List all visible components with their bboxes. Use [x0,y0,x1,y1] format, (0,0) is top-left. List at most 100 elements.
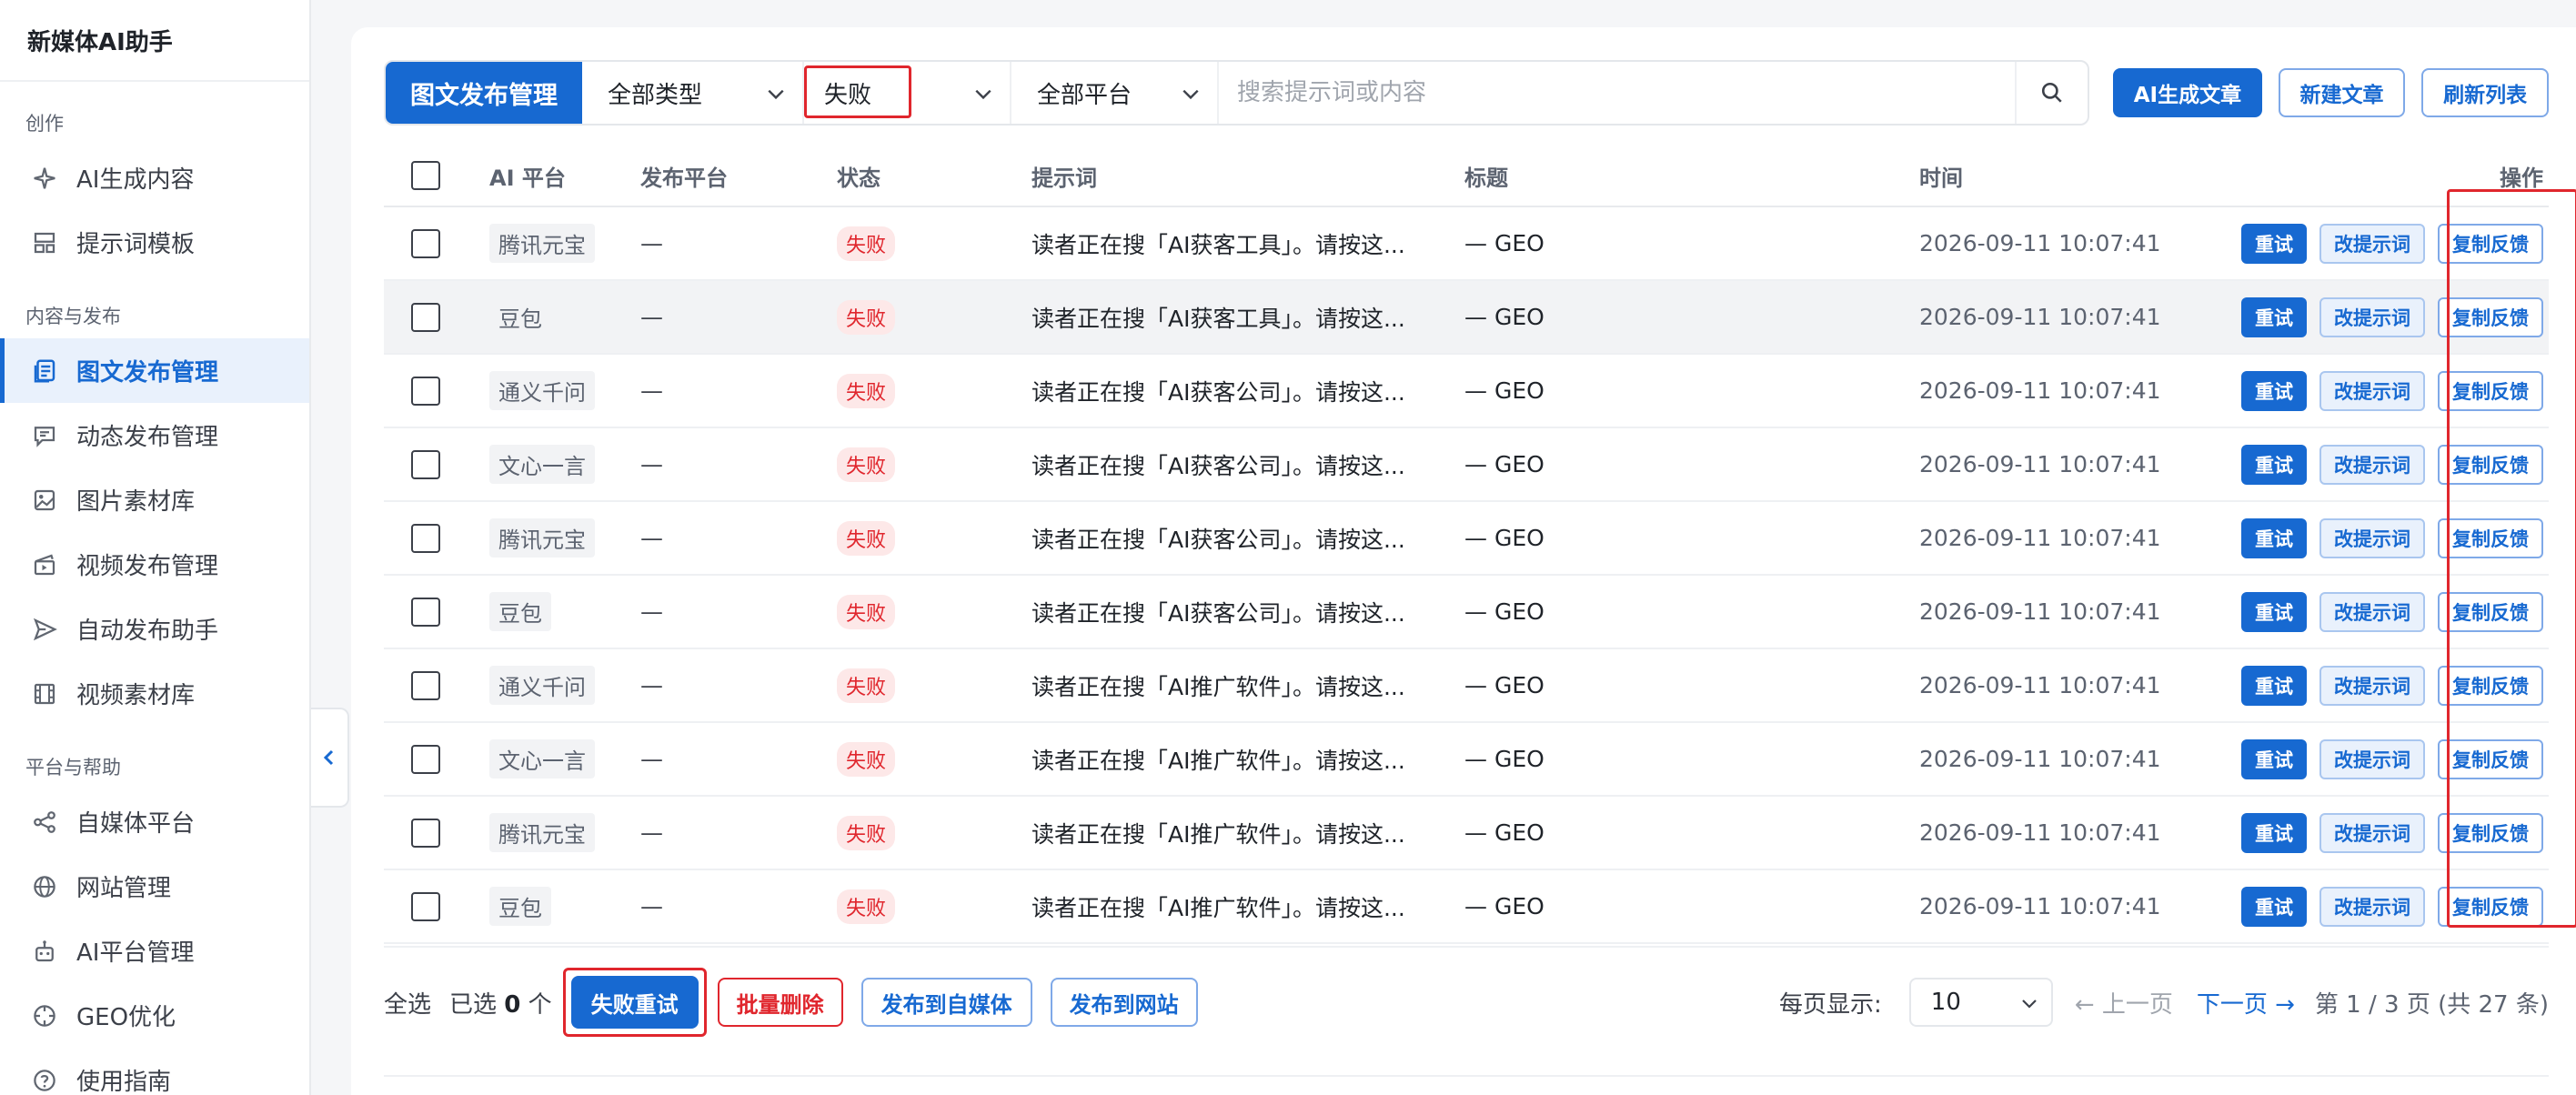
table-row: 文心一言 — 失败 读者正在搜「AI获客公司」。请按这... — GEO 202… [384,428,2549,502]
row-checkbox[interactable] [411,228,440,258]
sidebar-item-article[interactable]: 图文发布管理 [0,338,309,403]
publish-platform: — [640,672,663,698]
timestamp: 2026-09-11 10:07:41 [1919,451,2161,477]
row-checkbox[interactable] [411,818,440,848]
next-page-button[interactable]: 下一页 → [2197,986,2295,1020]
prompt-text: 读者正在搜「AI推广软件」。请按这... [1031,747,1405,774]
timestamp: 2026-09-11 10:07:41 [1919,746,2161,772]
edit-prompt-button[interactable]: 改提示词 [2319,665,2425,706]
edit-prompt-button[interactable]: 改提示词 [2319,591,2425,632]
sidebar-item-sparkle[interactable]: AI生成内容 [0,146,309,210]
prev-page-button[interactable]: ← 上一页 [2075,986,2173,1020]
sidebar-item-video[interactable]: 视频发布管理 [0,532,309,597]
row-checkbox[interactable] [411,670,440,700]
sidebar-item-label: 视频发布管理 [76,553,219,580]
template-icon [31,229,58,256]
select-all-label[interactable]: 全选 [384,986,431,1020]
image-icon [31,487,58,514]
copy-feedback-button[interactable]: 复制反馈 [2438,665,2543,706]
sidebar-item-label: 使用指南 [76,1069,172,1095]
search-button[interactable] [2015,62,2088,124]
row-checkbox[interactable] [411,449,440,479]
ai-generate-button[interactable]: AI生成文章 [2113,68,2262,117]
prompt-text: 读者正在搜「AI获客公司」。请按这... [1031,599,1405,627]
row-checkbox[interactable] [411,302,440,332]
header-prompt: 提示词 [1031,165,1097,191]
retry-button[interactable]: 重试 [2241,886,2307,927]
retry-button[interactable]: 重试 [2241,812,2307,853]
retry-button[interactable]: 重试 [2241,738,2307,779]
table-row: 豆包 — 失败 读者正在搜「AI推广软件」。请按这... — GEO 2026-… [384,870,2549,944]
copy-feedback-button[interactable]: 复制反馈 [2438,296,2543,337]
copy-feedback-button[interactable]: 复制反馈 [2438,517,2543,558]
search-input[interactable] [1219,62,2016,124]
copy-feedback-button[interactable]: 复制反馈 [2438,886,2543,927]
retry-button[interactable]: 重试 [2241,370,2307,411]
row-checkbox[interactable] [411,744,440,774]
article-title: — GEO [1464,893,1545,919]
sidebar-item-image[interactable]: 图片素材库 [0,467,309,532]
sidebar-item-template[interactable]: 提示词模板 [0,210,309,275]
article-title: — GEO [1464,525,1545,551]
retry-button[interactable]: 重试 [2241,444,2307,485]
copy-feedback-button[interactable]: 复制反馈 [2438,444,2543,485]
status-filter-select[interactable]: 失败 [804,62,1011,124]
sidebar-item-robot[interactable]: AI平台管理 [0,919,309,983]
selected-prefix: 已选 [449,990,498,1019]
edit-prompt-button[interactable]: 改提示词 [2319,370,2425,411]
publish-to-media-button[interactable]: 发布到自媒体 [860,978,1032,1027]
batch-delete-button[interactable]: 批量删除 [717,978,843,1027]
retry-button[interactable]: 重试 [2241,591,2307,632]
type-filter-select[interactable]: 全部类型 [582,62,804,124]
sidebar-item-target[interactable]: GEO优化 [0,983,309,1048]
prompt-text: 读者正在搜「AI获客工具」。请按这... [1031,305,1405,332]
copy-feedback-button[interactable]: 复制反馈 [2438,223,2543,264]
header-status: 状态 [837,165,880,191]
row-checkbox[interactable] [411,891,440,921]
collapse-sidebar-button[interactable] [311,708,349,808]
new-article-button[interactable]: 新建文章 [2278,68,2406,117]
per-page-select[interactable]: 10 [1908,978,2053,1027]
tab-article-publish[interactable]: 图文发布管理 [386,62,582,124]
edit-prompt-button[interactable]: 改提示词 [2319,812,2425,853]
chevron-down-icon [1182,89,1199,100]
sidebar-item-send[interactable]: 自动发布助手 [0,597,309,661]
edit-prompt-button[interactable]: 改提示词 [2319,444,2425,485]
retry-button[interactable]: 重试 [2241,517,2307,558]
prompt-text: 读者正在搜「AI获客公司」。请按这... [1031,452,1405,479]
sidebar-item-message[interactable]: 动态发布管理 [0,403,309,467]
sidebar-item-label: 网站管理 [76,875,172,902]
copy-feedback-button[interactable]: 复制反馈 [2438,370,2543,411]
status-badge: 失败 [837,815,896,850]
status-filter-highlight [804,65,911,118]
publish-to-site-button[interactable]: 发布到网站 [1050,978,1198,1027]
sidebar-item-share[interactable]: 自媒体平台 [0,789,309,854]
filter-group: 图文发布管理 全部类型 失败 全部平台 [384,60,2090,126]
message-icon [31,422,58,449]
edit-prompt-button[interactable]: 改提示词 [2319,517,2425,558]
refresh-list-button[interactable]: 刷新列表 [2421,68,2549,117]
globe-icon [31,873,58,900]
copy-feedback-button[interactable]: 复制反馈 [2438,591,2543,632]
edit-prompt-button[interactable]: 改提示词 [2319,738,2425,779]
platform-filter-select[interactable]: 全部平台 [1011,62,1219,124]
sidebar-item-film[interactable]: 视频素材库 [0,661,309,726]
copy-feedback-button[interactable]: 复制反馈 [2438,812,2543,853]
edit-prompt-button[interactable]: 改提示词 [2319,223,2425,264]
sidebar-item-globe[interactable]: 网站管理 [0,854,309,919]
sidebar-item-help[interactable]: 使用指南 [0,1048,309,1095]
edit-prompt-button[interactable]: 改提示词 [2319,886,2425,927]
row-checkbox[interactable] [411,376,440,406]
retry-button[interactable]: 重试 [2241,296,2307,337]
retry-failed-button[interactable]: 失败重试 [570,976,699,1029]
retry-button[interactable]: 重试 [2241,665,2307,706]
copy-feedback-button[interactable]: 复制反馈 [2438,738,2543,779]
row-checkbox[interactable] [411,523,440,553]
publish-platform: — [640,746,663,772]
select-all-checkbox[interactable] [411,161,440,190]
row-checkbox[interactable] [411,597,440,627]
film-icon [31,680,58,708]
article-title: — GEO [1464,746,1545,772]
edit-prompt-button[interactable]: 改提示词 [2319,296,2425,337]
retry-button[interactable]: 重试 [2241,223,2307,264]
